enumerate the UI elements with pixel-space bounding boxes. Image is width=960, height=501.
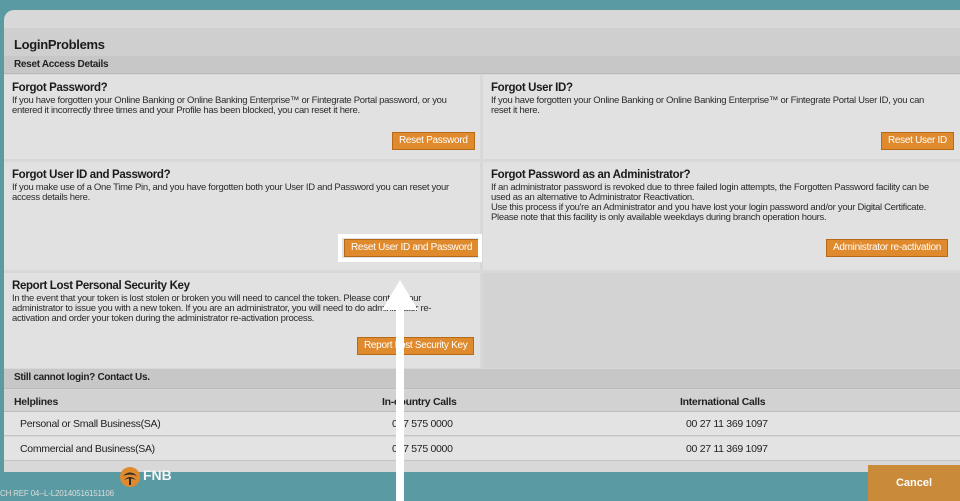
reset-password-button[interactable]: Reset Password bbox=[392, 132, 475, 150]
forgot-both-text: If you make use of a One Time Pin, and y… bbox=[12, 182, 449, 203]
fnb-tree-icon bbox=[120, 467, 140, 487]
button-highlight-box bbox=[338, 234, 482, 262]
empty-card bbox=[483, 273, 960, 368]
in-country-column-header: In-country Calls bbox=[382, 396, 457, 408]
forgot-admin-card: Forgot Password as an Administrator? If … bbox=[483, 162, 960, 270]
footer-reference: CH REF 04--L-L20140516151106 bbox=[0, 489, 114, 498]
forgot-admin-text: If an administrator password is revoked … bbox=[491, 182, 929, 223]
annotation-arrow-up-icon bbox=[382, 280, 418, 310]
forgot-password-text: If you have forgotten your Online Bankin… bbox=[12, 95, 447, 116]
logo-text: FNB bbox=[143, 467, 172, 483]
table-row: Personal or Small Business(SA) 087 575 0… bbox=[4, 412, 960, 436]
forgot-password-heading: Forgot Password? bbox=[12, 82, 108, 94]
contact-section-title: Still cannot login? Contact Us. bbox=[14, 372, 150, 383]
page-title: LoginProblems bbox=[14, 37, 105, 52]
helplines-column-header: Helplines bbox=[14, 396, 58, 408]
international-number: 00 27 11 369 1097 bbox=[686, 418, 768, 430]
login-problems-panel: LoginProblems Reset Access Details Forgo… bbox=[4, 10, 960, 472]
reset-section-title: Reset Access Details bbox=[14, 59, 109, 70]
annotation-arrow-shaft bbox=[396, 308, 404, 501]
report-lost-security-key-button[interactable]: Report Lost Security Key bbox=[357, 337, 475, 355]
forgot-userid-heading: Forgot User ID? bbox=[491, 82, 573, 94]
reset-userid-button[interactable]: Reset User ID bbox=[881, 132, 954, 150]
forgot-password-card: Forgot Password? If you have forgotten y… bbox=[4, 75, 480, 159]
international-column-header: International Calls bbox=[680, 396, 766, 408]
contact-section-header: Still cannot login? Contact Us. bbox=[4, 369, 960, 389]
helplines-table-header: Helplines In-country Calls International… bbox=[4, 390, 960, 412]
international-number: 00 27 11 369 1097 bbox=[686, 443, 768, 455]
lost-key-heading: Report Lost Personal Security Key bbox=[12, 280, 190, 292]
forgot-userid-card: Forgot User ID? If you have forgotten yo… bbox=[483, 75, 960, 159]
fnb-logo: FNB bbox=[119, 464, 189, 490]
lost-key-text: In the event that your token is lost sto… bbox=[12, 293, 432, 324]
forgot-admin-heading: Forgot Password as an Administrator? bbox=[491, 169, 691, 181]
helpline-name: Personal or Small Business(SA) bbox=[20, 418, 161, 430]
administrator-reactivation-button[interactable]: Administrator re-activation bbox=[826, 239, 949, 257]
reset-section-header: Reset Access Details bbox=[4, 56, 960, 74]
forgot-both-heading: Forgot User ID and Password? bbox=[12, 169, 171, 181]
cancel-button[interactable]: Cancel bbox=[868, 465, 960, 501]
forgot-userid-text: If you have forgotten your Online Bankin… bbox=[491, 95, 925, 116]
helpline-name: Commercial and Business(SA) bbox=[20, 443, 155, 455]
table-row: Commercial and Business(SA) 087 575 0000… bbox=[4, 437, 960, 461]
